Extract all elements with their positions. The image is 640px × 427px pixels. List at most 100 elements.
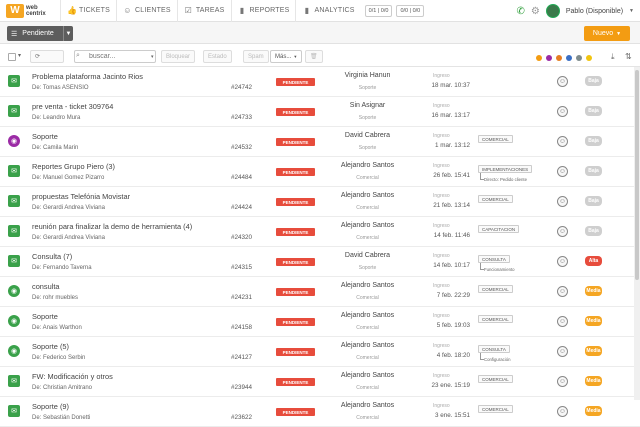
ticket-date: 1 mar. 13:12 — [434, 142, 470, 149]
ingreso-label: Ingreso — [433, 163, 450, 169]
color-filter-dot[interactable] — [586, 55, 592, 61]
pendiente-label: Pendiente — [22, 30, 54, 37]
app-logo[interactable]: W web centrix — [0, 3, 60, 18]
ticket-agent: David Cabrera — [344, 252, 391, 259]
gear-icon[interactable]: ⚙ — [531, 6, 540, 17]
smiley-icon: ☺ — [123, 6, 132, 15]
color-filter-dot[interactable] — [536, 55, 542, 61]
ticket-agent: Sin Asignar — [349, 102, 386, 109]
avatar[interactable] — [545, 4, 560, 18]
ticket-subject[interactable]: Reportes Grupo Piero (3) — [32, 162, 115, 171]
mail-icon: ✉ — [8, 105, 20, 117]
search-box[interactable]: ▾ — [74, 50, 156, 63]
category-tag: COMERCIAL — [478, 195, 513, 203]
table-row[interactable]: ✉ Consulta (7) De: Fernando Taverna #24315 P… — [0, 247, 640, 277]
status-badge: PENDIENTE — [276, 258, 315, 266]
nav-tickets[interactable]: 👍 TICKETS — [60, 0, 116, 22]
table-row[interactable]: ✉ Problema plataforma Jacinto Rios De: Tom… — [0, 67, 640, 97]
scrollbar-thumb[interactable] — [635, 70, 639, 280]
ticket-subject[interactable]: Soporte (5) — [32, 342, 69, 351]
category-tag: CONSULTA — [478, 255, 510, 263]
satisfaction-icon: ☺ — [557, 346, 568, 357]
search-input[interactable] — [89, 53, 149, 60]
table-row[interactable]: ◉ Soporte De: Camila Marin #24532 PENDIENTE D… — [0, 127, 640, 157]
estado-button[interactable]: Estado — [203, 50, 232, 63]
satisfaction-icon: ☺ — [557, 106, 568, 117]
ticket-agent: Alejandro Santos — [340, 372, 395, 379]
nav-tareas[interactable]: ☑ TAREAS — [176, 0, 231, 22]
chevron-down-icon[interactable]: ▼ — [629, 8, 634, 14]
color-filter-dot[interactable] — [546, 55, 552, 61]
user-status[interactable]: Pablo (Disponible) — [566, 8, 623, 15]
category-tag: IMPLEMENTACIONES — [478, 165, 533, 173]
phone-counter[interactable]: 0/1 | 0/0 — [364, 4, 393, 17]
nav-analytics-label: ANALYTICS — [314, 7, 355, 14]
refresh-button[interactable]: ⟳ — [30, 50, 64, 63]
trash-icon: 🗑 — [310, 54, 318, 60]
status-badge: PENDIENTE — [276, 378, 315, 386]
ingreso-label: Ingreso — [433, 223, 450, 229]
nav-reportes[interactable]: ▮ REPORTES — [230, 0, 296, 22]
ingreso-label: Ingreso — [433, 103, 450, 109]
table-row[interactable]: ◉ consulta De: rohr muebles #24231 PENDIENTE… — [0, 277, 640, 307]
nav-analytics[interactable]: ▮ ANALYTICS — [295, 0, 360, 22]
ingreso-label: Ingreso — [433, 373, 450, 379]
table-row[interactable]: ✉ propuestas Telefónia Movistar De: Gerard… — [0, 187, 640, 217]
ticket-number: #24315 — [231, 264, 253, 271]
bloquear-button[interactable]: Bloquear — [161, 50, 196, 63]
table-row[interactable]: ✉ FW: Modificación y otros De: Christian A… — [0, 367, 640, 397]
priority-badge: Media — [585, 346, 602, 356]
table-row[interactable]: ✉ Reportes Grupo Piero (3) De: Manuel Gome… — [0, 157, 640, 187]
chevron-down-icon[interactable]: ▾ — [151, 54, 154, 60]
ticket-from: De: Gerardi Andrea Viviana — [32, 235, 105, 241]
ticket-subject[interactable]: reunión para finalizar la demo de herram… — [32, 222, 192, 231]
spam-button[interactable]: Spam — [243, 50, 269, 63]
chat-counter[interactable]: 0/0 | 0/0 — [396, 4, 425, 17]
ticket-from: De: Sebastián Donetti — [32, 415, 91, 421]
table-row[interactable]: ◉ Soporte De: Anais Warthon #24158 PENDIENTE… — [0, 307, 640, 337]
ticket-subject[interactable]: pre venta - ticket 309764 — [32, 102, 113, 111]
color-filter-dot[interactable] — [576, 55, 582, 61]
color-filter-dot[interactable] — [566, 55, 572, 61]
phone-icon[interactable]: ✆ — [516, 6, 524, 17]
ticket-subject[interactable]: Soporte (9) — [32, 402, 69, 411]
ticket-dept: Comercial — [356, 355, 379, 361]
subcategory-tag: Funcionamiento — [480, 263, 515, 272]
ticket-subject[interactable]: consulta — [32, 282, 60, 291]
table-row[interactable]: ◉ Soporte (5) De: Federico Serbin #24127 PEN… — [0, 337, 640, 367]
ticket-from: De: Leandro Mura — [32, 115, 81, 121]
ticket-subject[interactable]: Problema plataforma Jacinto Rios — [32, 72, 143, 81]
delete-button[interactable]: 🗑 — [305, 50, 323, 63]
ticket-date: 26 feb. 15:41 — [433, 172, 470, 179]
pendiente-filter-button[interactable]: ☰ Pendiente ▼ — [7, 26, 73, 41]
ticket-subject[interactable]: Consulta (7) — [32, 252, 72, 261]
chevron-down-icon[interactable]: ▼ — [63, 26, 73, 41]
sort-icon[interactable]: ⇅ — [625, 52, 632, 61]
ticket-subject[interactable]: Soporte — [32, 132, 58, 141]
ticket-agent: Alejandro Santos — [340, 402, 395, 409]
mail-icon: ✉ — [8, 75, 20, 87]
priority-badge: Media — [585, 406, 602, 416]
select-all-checkbox[interactable] — [8, 53, 16, 61]
nav-clientes[interactable]: ☺ CLIENTES — [115, 0, 177, 22]
ticket-subject[interactable]: FW: Modificación y otros — [32, 372, 113, 381]
ticket-subject[interactable]: Soporte — [32, 312, 58, 321]
chevron-down-icon[interactable]: ▾ — [18, 52, 21, 59]
mas-button[interactable]: Más... ▼ — [270, 50, 303, 63]
table-row[interactable]: ✉ reunión para finalizar la demo de herra… — [0, 217, 640, 247]
ticket-date: 5 feb. 19:03 — [436, 322, 470, 329]
ticket-number: #24742 — [231, 84, 253, 91]
ingreso-label: Ingreso — [433, 343, 450, 349]
category-tag: CONSULTA — [478, 345, 510, 353]
ticket-subject[interactable]: propuestas Telefónia Movistar — [32, 192, 130, 201]
satisfaction-icon: ☺ — [557, 76, 568, 87]
priority-badge: Media — [585, 316, 602, 326]
nuevo-button[interactable]: Nuevo ▼ — [584, 26, 630, 41]
color-filter-dot[interactable] — [556, 55, 562, 61]
ticket-dept: Soporte — [358, 85, 377, 91]
download-icon[interactable]: ⤓ — [611, 52, 615, 62]
status-badge: PENDIENTE — [276, 108, 315, 116]
table-row[interactable]: ✉ pre venta - ticket 309764 De: Leandro Mu… — [0, 97, 640, 127]
ticket-from: De: rohr muebles — [32, 295, 79, 301]
table-row[interactable]: ✉ Soporte (9) De: Sebastián Donetti #23622 P… — [0, 397, 640, 427]
